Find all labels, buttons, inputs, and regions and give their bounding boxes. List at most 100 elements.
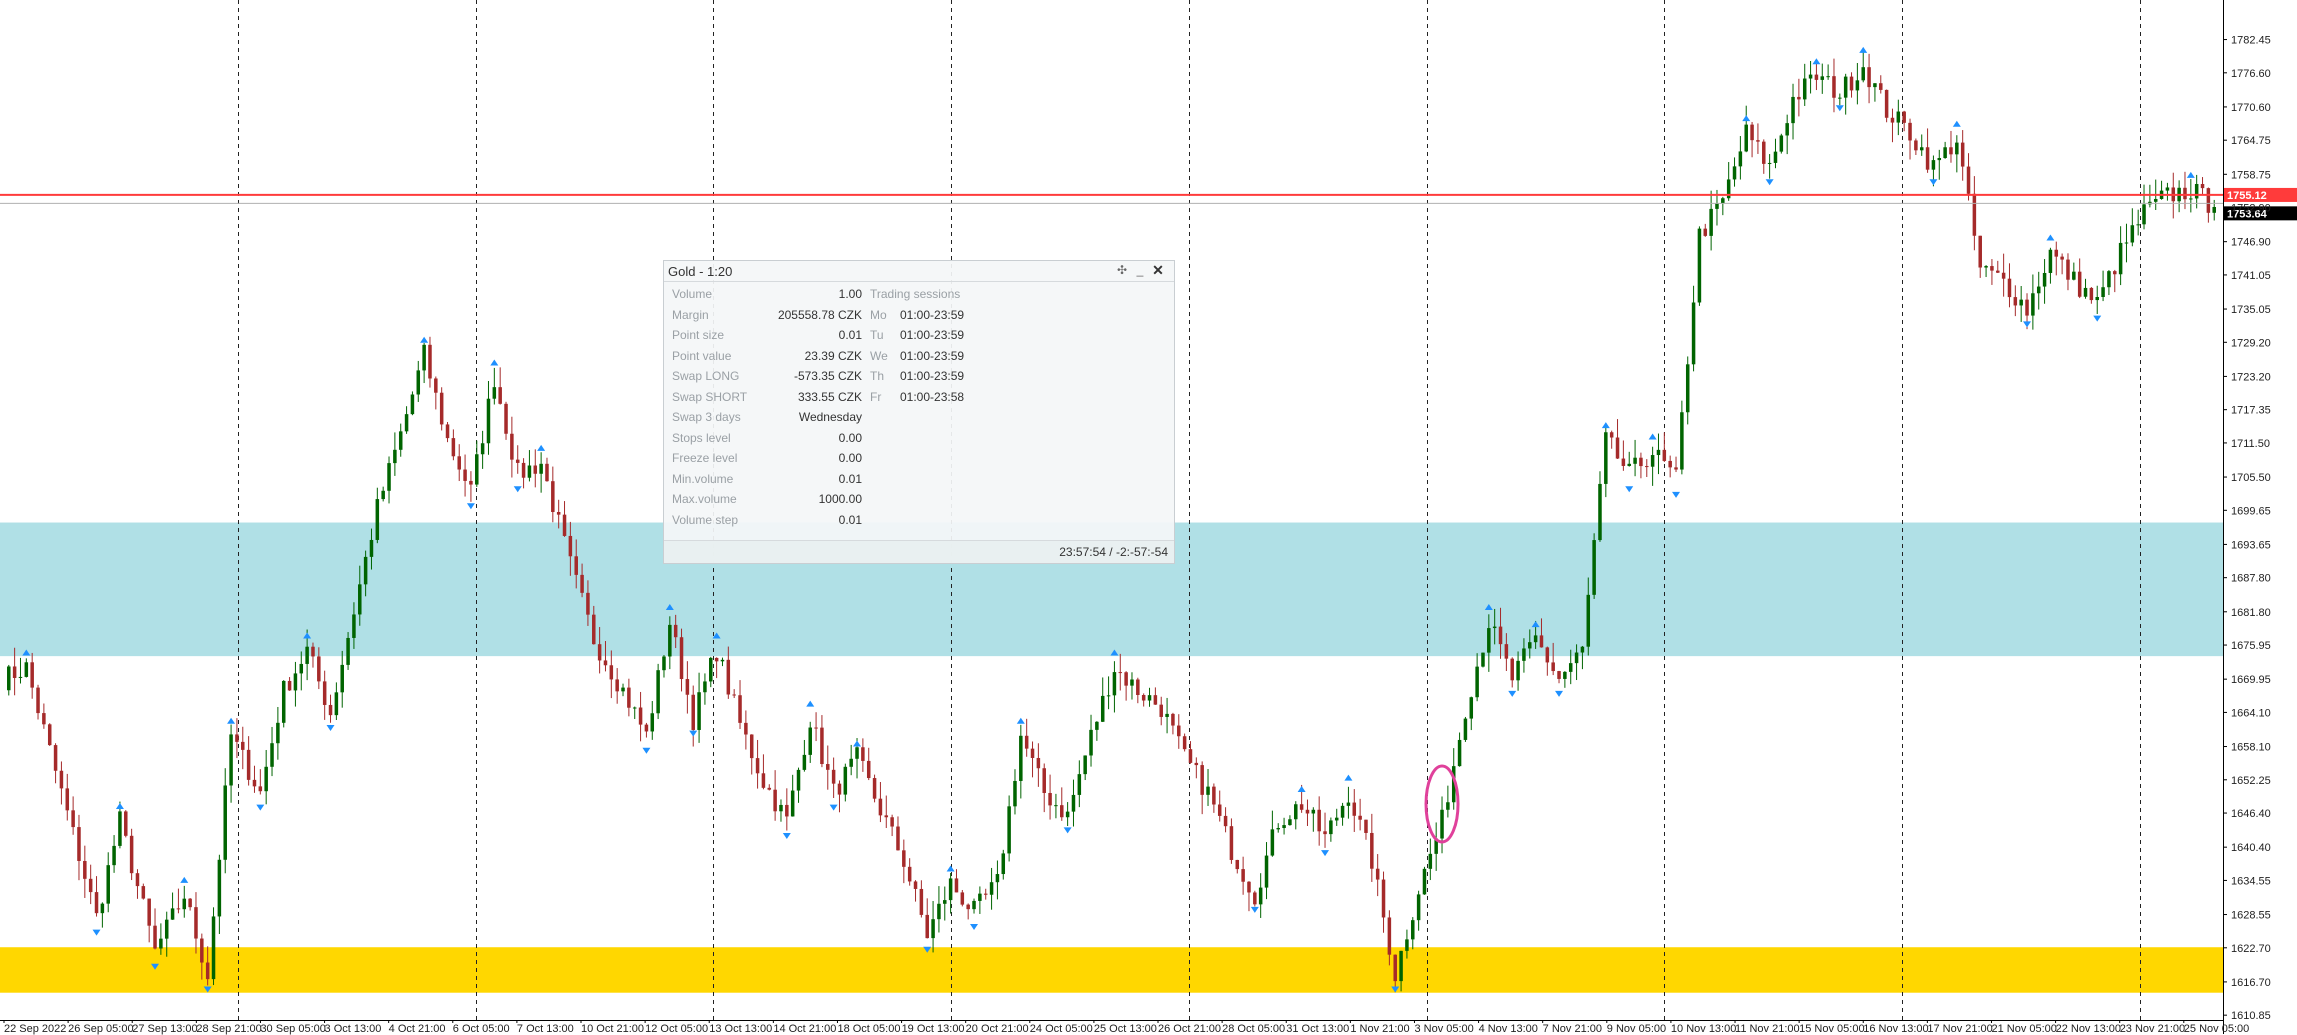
- candle-body: [12, 666, 17, 678]
- candle-body: [1773, 151, 1778, 163]
- price-levels: 1755.121753.64: [0, 187, 2297, 221]
- candle-body: [340, 664, 344, 693]
- up-arrow-icon: [490, 359, 499, 366]
- up-arrow-icon: [180, 876, 189, 883]
- candle-body: [960, 892, 965, 905]
- candle-body: [1317, 809, 1321, 832]
- candle-body: [469, 480, 473, 485]
- candle-body: [896, 826, 900, 851]
- candle-body: [83, 860, 87, 879]
- candle-body: [1036, 757, 1041, 769]
- price-tick-label: 1693.65: [2231, 539, 2271, 551]
- candle-body: [1621, 458, 1626, 466]
- candle-body: [241, 741, 245, 750]
- up-arrow-icon: [1952, 120, 1961, 127]
- candle-body: [2054, 249, 2059, 257]
- candle-body: [1832, 76, 1836, 98]
- up-arrow-icon: [1297, 785, 1306, 792]
- candle-body: [925, 914, 929, 939]
- candle-body: [1288, 819, 1292, 826]
- candle-body: [907, 866, 912, 882]
- candle-body: [1656, 449, 1661, 456]
- candle-body: [1931, 160, 1936, 170]
- candle-body: [36, 687, 40, 714]
- candle-body: [1217, 804, 1222, 816]
- candle-body: [1060, 805, 1064, 818]
- candle-body: [147, 898, 151, 926]
- candle-body: [1375, 868, 1380, 880]
- candle-body: [1130, 679, 1134, 686]
- candle-body: [1528, 642, 1532, 649]
- candle-body: [603, 660, 608, 666]
- candle-body: [1709, 208, 1713, 236]
- candle-body: [802, 754, 807, 770]
- candle-body: [1100, 695, 1105, 722]
- price-tick-label: 1729.20: [2231, 337, 2271, 349]
- down-arrow-icon: [642, 747, 651, 754]
- property-row: Freeze level 0.00: [672, 451, 862, 469]
- candle-body: [246, 749, 251, 780]
- time-tick-label: 12 Oct 05:00: [645, 1023, 708, 1035]
- candle-body: [855, 747, 859, 759]
- candle-body: [2206, 188, 2211, 213]
- candle-body: [1732, 166, 1737, 180]
- candle-body: [434, 378, 438, 393]
- down-arrow-icon: [782, 833, 791, 840]
- candle-body: [533, 465, 538, 474]
- candle-body: [1843, 76, 1848, 98]
- property-row: Point size 0.01: [672, 328, 862, 346]
- candle-body: [2042, 272, 2047, 287]
- move-icon[interactable]: ✣: [1115, 263, 1129, 277]
- candle-body: [621, 687, 625, 692]
- candle-body: [1206, 786, 1210, 795]
- property-label: Point size: [672, 328, 725, 342]
- property-row: Margin 205558.78 CZK: [672, 308, 862, 326]
- price-tick-label: 1628.55: [2231, 910, 2271, 922]
- candle-body: [1996, 270, 2000, 273]
- candle-body: [322, 681, 327, 705]
- candle-body: [1264, 855, 1269, 888]
- candle-body: [328, 704, 333, 716]
- candle-body: [1715, 203, 1719, 209]
- panel-header[interactable]: Gold - 1:20 ✣ _ ✕: [664, 261, 1174, 282]
- candle-body: [1258, 887, 1263, 905]
- session-time: 01:00-23:58: [900, 389, 965, 404]
- candle-body: [252, 779, 257, 787]
- candle-body: [1563, 671, 1567, 679]
- candle-body: [1282, 825, 1286, 829]
- property-row: Swap LONG -573.35 CZK: [672, 369, 862, 387]
- candle-body: [662, 656, 666, 671]
- candle-body: [2019, 299, 2023, 306]
- minimize-icon[interactable]: _: [1133, 263, 1147, 277]
- candle-body: [1311, 809, 1316, 814]
- candle-body: [1077, 774, 1082, 795]
- candle-body: [1914, 140, 1918, 151]
- property-value: 1000.00: [818, 492, 862, 506]
- candle-body: [597, 644, 602, 661]
- symbol-info-panel[interactable]: Gold - 1:20 ✣ _ ✕ Volume 1.00 Margin 205558…: [663, 260, 1175, 564]
- time-tick-label: 14 Oct 21:00: [773, 1023, 836, 1035]
- candle-body: [1200, 765, 1204, 795]
- candle-body: [2200, 183, 2205, 189]
- candle-body: [1463, 718, 1468, 740]
- time-tick-label: 25 Nov 05:00: [2184, 1023, 2249, 1035]
- candle-body: [1580, 646, 1585, 653]
- close-icon[interactable]: ✕: [1151, 263, 1165, 277]
- down-arrow-icon: [1250, 906, 1259, 913]
- price-tick-label: 1699.65: [2231, 505, 2271, 517]
- candle-body: [1136, 679, 1140, 696]
- down-arrow-icon: [513, 486, 522, 493]
- candle-body: [978, 893, 982, 901]
- candle-body: [1697, 228, 1702, 303]
- candle-body: [1106, 695, 1111, 697]
- candle-body: [1358, 815, 1362, 820]
- candle-body: [943, 900, 947, 904]
- candle-body: [989, 882, 994, 895]
- candle-body: [820, 727, 824, 765]
- candle-body: [7, 666, 11, 691]
- candle-body: [352, 614, 356, 638]
- down-arrow-icon: [1063, 827, 1072, 834]
- candle-body: [404, 414, 409, 432]
- candle-body: [124, 811, 128, 836]
- session-row: Th 01:00-23:59: [870, 369, 990, 387]
